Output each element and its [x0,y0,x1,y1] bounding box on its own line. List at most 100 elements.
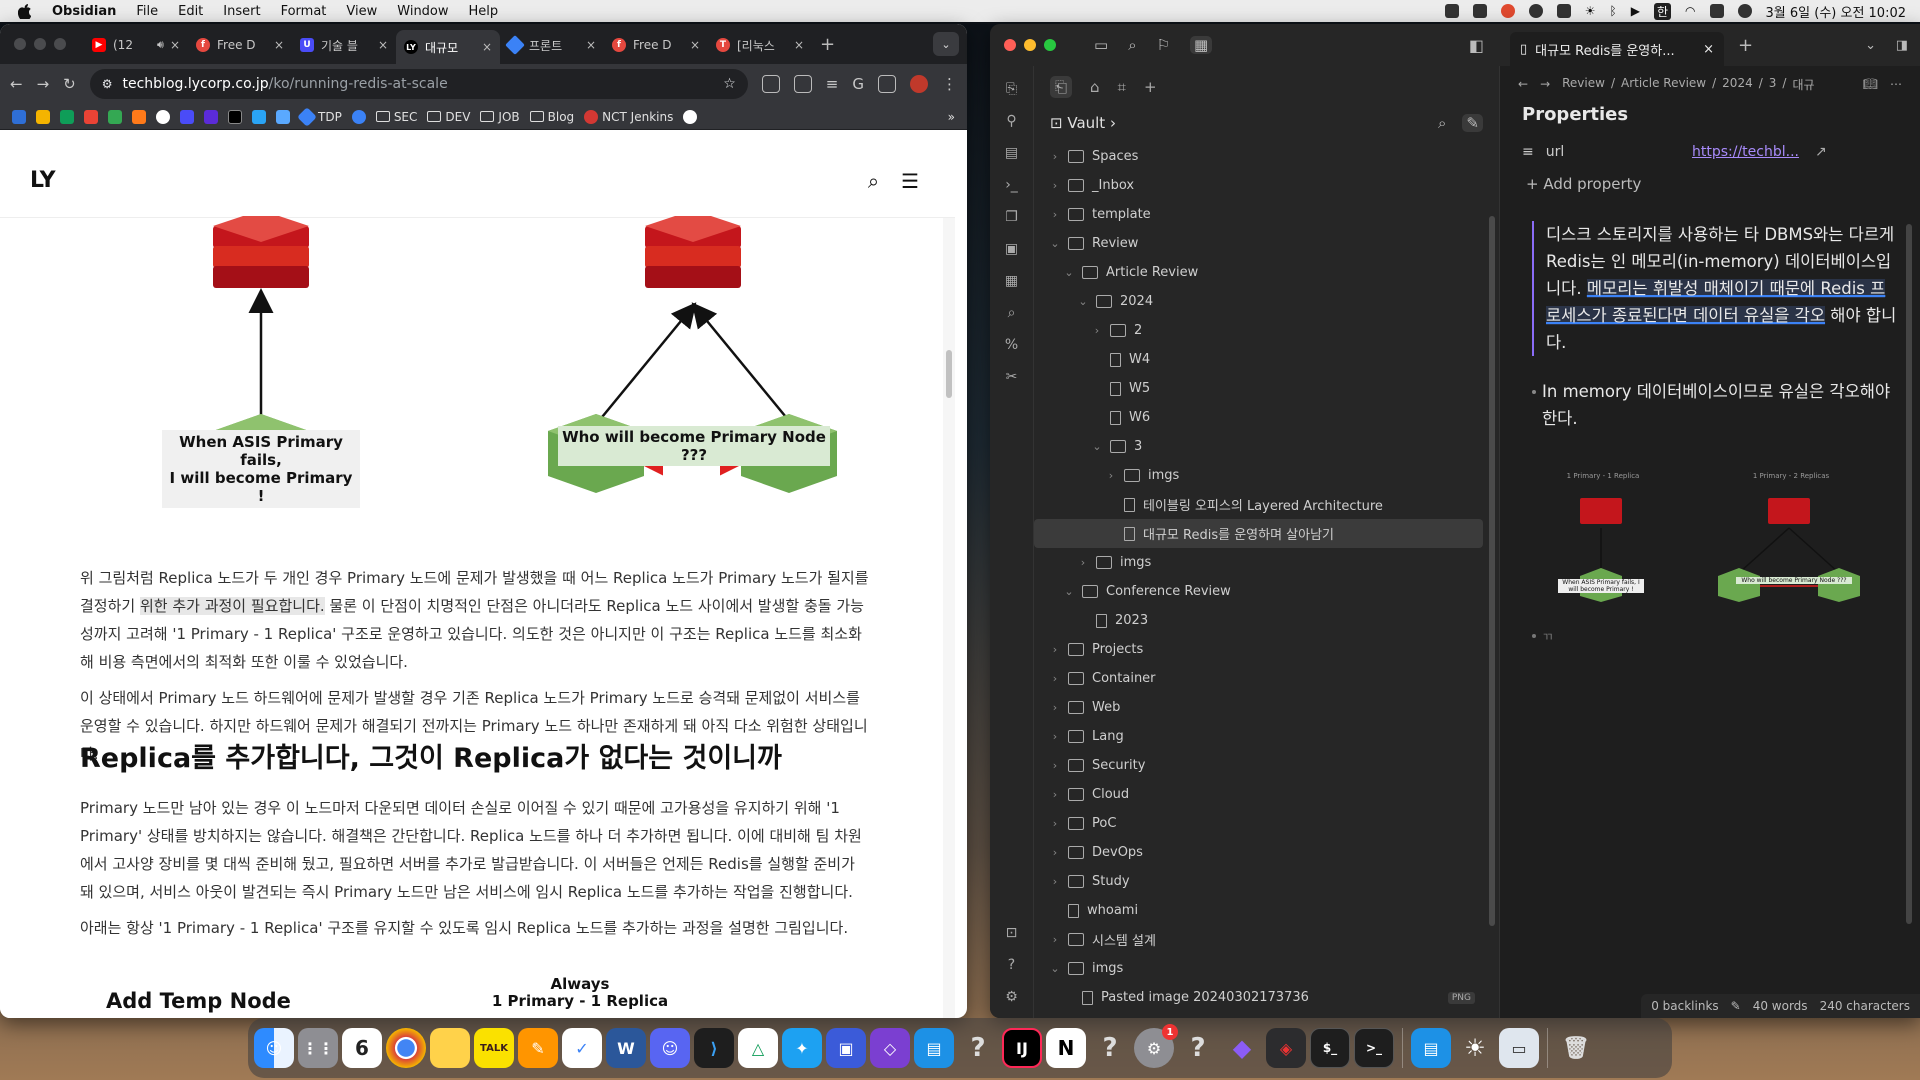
add-tab-icon[interactable]: + [1144,78,1157,96]
chevron-down-icon[interactable]: ⌄ [1048,962,1062,975]
menu-edit[interactable]: Edit [178,4,203,19]
tree-folder[interactable]: › PoC [1034,809,1499,838]
quick-switcher-icon[interactable]: ⎘ [1003,80,1021,98]
chevron-right-icon[interactable]: › [1048,179,1062,192]
ly-logo[interactable]: LY [30,168,56,193]
pages-icon[interactable]: ✎ [518,1028,558,1068]
notion-extension-icon[interactable] [761,75,780,93]
table-icon[interactable]: ▦ [1003,272,1021,290]
headphones-icon[interactable] [1528,4,1543,18]
bookmark-item[interactable] [12,109,26,124]
play-icon[interactable]: ▶ [1631,4,1640,18]
kakaotalk-icon[interactable]: TALK [474,1028,514,1068]
tree-folder[interactable]: › Cloud [1034,780,1499,809]
media-icon[interactable]: ≡ [826,75,839,93]
site-info-icon[interactable]: ⚙ [102,77,113,91]
bookmark-item[interactable] [351,109,366,124]
browser-tab[interactable]: T [리눅스 × [708,30,812,60]
close-tab-icon[interactable]: × [170,38,180,52]
bookmark-tdp[interactable]: TDP [297,106,342,127]
breadcrumb-item[interactable]: 대규 [1792,76,1814,93]
chevron-right-icon[interactable]: › [1048,933,1062,946]
tree-file[interactable]: 2023 [1034,606,1499,635]
close-tab-icon[interactable]: × [1703,42,1714,57]
github-icon[interactable] [156,109,170,124]
menu-insert[interactable]: Insert [223,4,260,19]
chrome-menu-icon[interactable]: ⋮ [942,75,957,93]
chevron-down-icon[interactable]: ⌄ [1048,237,1062,250]
chrome-icon[interactable] [386,1028,426,1068]
tree-folder[interactable]: ⌄ Conference Review [1034,577,1499,606]
tree-folder[interactable]: ⌄ Review [1034,229,1499,258]
tasks-icon[interactable]: ✓ [562,1028,602,1068]
tree-folder[interactable]: › _Inbox [1034,171,1499,200]
notion-icon[interactable]: N [1046,1028,1086,1068]
minimize-window-button[interactable] [34,38,46,50]
chevron-right-icon[interactable]: › [1048,701,1062,714]
tree-folder[interactable]: ⌄ Article Review [1034,258,1499,287]
profile-avatar[interactable] [910,75,928,93]
bookmark-item[interactable] [180,109,194,124]
template-icon[interactable]: % [1003,336,1021,354]
vscode-icon[interactable]: ⟩ [694,1028,734,1068]
calendar-icon[interactable]: 6 [342,1028,382,1068]
sidebar-scrollbar[interactable] [1489,216,1495,926]
chevron-right-icon[interactable]: › [1104,469,1118,482]
tree-file[interactable]: Pasted image 20240302173736 PNG [1034,983,1499,1012]
close-window-button[interactable] [1004,39,1016,51]
chevron-right-icon[interactable]: › [1048,846,1062,859]
twitter-icon[interactable]: ✦ [782,1028,822,1068]
graph-view-icon[interactable]: ⚲ [1003,112,1021,130]
chevron-right-icon[interactable]: › [1048,875,1062,888]
terminal-icon[interactable]: ›_ [1003,176,1021,194]
control-center-icon[interactable] [1709,4,1724,18]
bookmark-item[interactable] [36,109,50,124]
scrollbar-thumb[interactable] [946,350,952,398]
terminal-app-icon[interactable]: $_ [1310,1028,1350,1068]
bookmark-folder-dev[interactable]: DEV [427,110,470,124]
property-url-value[interactable]: https://techbl... [1692,144,1799,160]
bluetooth-icon[interactable]: ᛒ [1610,4,1617,18]
search-icon[interactable]: ⌕ [1438,114,1446,132]
chevron-down-icon[interactable]: ⌄ [1076,295,1090,308]
bookmark-item[interactable] [252,109,266,124]
tree-file[interactable]: 대규모 Redis를 운영하며 살아남기 [1034,519,1483,548]
page-scrollbar[interactable] [943,218,955,1018]
chevron-right-icon[interactable]: › [1048,150,1062,163]
chevron-right-icon[interactable]: › [1048,788,1062,801]
apple-icon[interactable] [18,3,32,19]
tab-list-icon[interactable]: ⌄ [1865,38,1876,53]
browser-tab[interactable]: f Free D × [604,30,708,60]
blockquote[interactable]: 디스크 스토리지를 사용하는 타 DBMS와는 다르게 Redis는 인 메모리… [1532,221,1898,356]
bookmark-item[interactable] [108,109,122,124]
chevron-right-icon[interactable]: › [1048,759,1062,772]
forward-icon[interactable]: → [1540,77,1550,91]
settings-gear-icon[interactable]: ⚙ [1003,988,1021,1006]
zoom-window-button[interactable] [54,38,66,50]
close-window-button[interactable] [14,38,26,50]
siri-icon[interactable] [1737,4,1752,18]
add-property-button[interactable]: + Add property [1522,175,1898,193]
docker-icon[interactable]: ▤ [1411,1028,1451,1068]
back-icon[interactable]: ← [1518,77,1528,91]
bookmark-folder-sec[interactable]: SEC [375,110,417,124]
embedded-image[interactable]: 1 Primary - 1 Replica 1 Primary - 2 Repl… [1550,472,1870,602]
discord-icon[interactable]: ☺ [650,1028,690,1068]
close-tab-icon[interactable]: × [274,38,284,52]
tools-icon[interactable]: ✂ [1003,368,1021,386]
menu-format[interactable]: Format [281,4,327,19]
tree-folder[interactable]: › DevOps [1034,838,1499,867]
tree-folder[interactable]: › imgs [1034,461,1499,490]
bullet-item[interactable]: In memory 데이터베이스이므로 유실은 각오해야 한다. [1532,378,1898,432]
external-link-icon[interactable]: ↗ [1815,144,1827,160]
tab-search-button[interactable]: ⌄ [933,32,959,56]
tray-app-icon[interactable] [1444,4,1459,18]
tree-folder[interactable]: ⌄ 2024 [1034,287,1499,316]
brightness-icon[interactable]: ☀ [1455,1028,1495,1068]
gmail-icon[interactable] [84,109,98,124]
bookmark-item[interactable] [132,109,146,124]
tree-file[interactable]: whoami [1034,896,1499,925]
daily-note-icon[interactable]: ▤ [1003,144,1021,162]
chevron-down-icon[interactable]: ⌄ [1090,440,1104,453]
tree-folder[interactable]: ⌄ imgs [1034,954,1499,983]
